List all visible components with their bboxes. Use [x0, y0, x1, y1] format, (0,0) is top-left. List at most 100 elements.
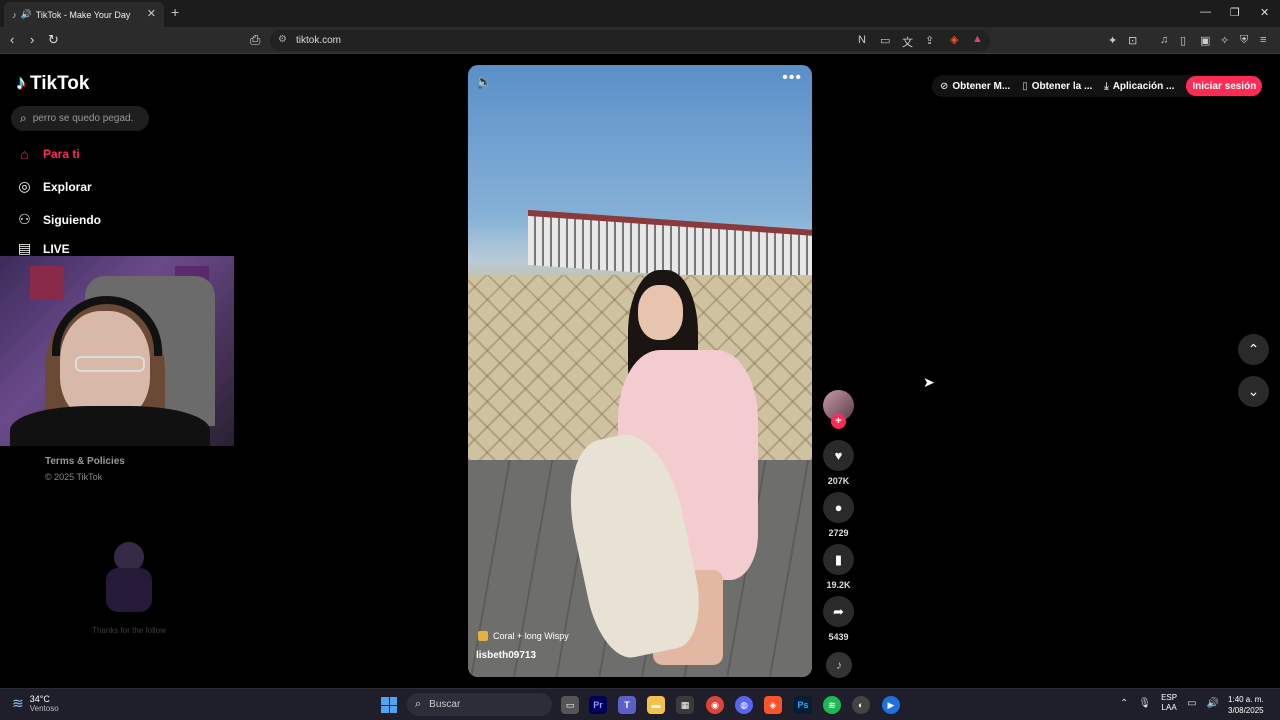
language-indicator[interactable]: ESP LAA: [1161, 693, 1177, 713]
leo-ai-icon[interactable]: ✧: [1220, 34, 1229, 47]
volume-icon[interactable]: 🔈: [476, 74, 492, 90]
more-options-icon[interactable]: •••: [782, 69, 802, 87]
discord-icon[interactable]: ◍: [735, 696, 753, 714]
comment-icon[interactable]: ●: [823, 492, 854, 523]
nav-item-live[interactable]: ▤ LIVE: [16, 240, 70, 257]
next-video-icon[interactable]: ⌄: [1238, 376, 1269, 407]
nav-label: Explorar: [43, 179, 92, 194]
app-icon[interactable]: ▶: [882, 696, 900, 714]
teams-icon[interactable]: T: [618, 696, 636, 714]
screenshot-icon[interactable]: ⊡: [1128, 34, 1137, 47]
follow-plus-icon[interactable]: +: [831, 414, 846, 429]
wallet-icon[interactable]: ▣: [1200, 34, 1210, 47]
volume-tray-icon[interactable]: 🔊: [1207, 698, 1219, 709]
back-icon[interactable]: ‹: [10, 32, 14, 47]
photoshop-icon[interactable]: Ps: [794, 696, 812, 714]
search-icon[interactable]: ⌕: [20, 111, 27, 126]
following-icon: ⚇: [18, 211, 31, 227]
nav-item-para-ti[interactable]: ⌂ Para ti: [16, 146, 79, 162]
cast-icon[interactable]: ▭: [880, 34, 890, 47]
brave-rewards-icon[interactable]: ▲: [972, 33, 983, 45]
vpn-icon[interactable]: ⛨: [1240, 34, 1248, 47]
speaker-icon[interactable]: 🔊: [21, 9, 32, 20]
weather-widget[interactable]: ≋ 34°C Ventoso: [12, 694, 59, 713]
share-action[interactable]: ➦ 5439: [823, 596, 854, 642]
temperature: 34°C: [29, 694, 50, 704]
streamer-glasses: [75, 356, 145, 372]
wall-poster: [30, 266, 64, 300]
microphone-icon[interactable]: 🎙: [1138, 698, 1151, 709]
restore-icon[interactable]: ❐: [1230, 6, 1240, 19]
comment-action[interactable]: ● 2729: [823, 492, 854, 538]
chrome-icon[interactable]: ◉: [706, 696, 724, 714]
save-action[interactable]: ▮ 19.2K: [823, 544, 854, 590]
tab-close-icon[interactable]: ✕: [147, 7, 156, 20]
heart-icon[interactable]: ♥: [823, 440, 854, 471]
windows-taskbar: ≋ 34°C Ventoso ⌕ ▭ Pr T ▬ ▦ ◉ ◍ ◈ Ps ≋ ◐…: [0, 688, 1280, 720]
terms-link[interactable]: Terms & Policies: [45, 456, 125, 467]
astronaut-suit: [106, 568, 152, 612]
search-input[interactable]: [32, 113, 133, 124]
video-player[interactable]: 🔈 ••• Coral + long Wispy lisbeth09713: [468, 65, 812, 677]
get-coins-button[interactable]: ⊘ Obtener M...: [940, 81, 1010, 92]
download-app-label: Aplicación ...: [1112, 80, 1175, 92]
reader-icon[interactable]: N: [858, 34, 866, 46]
network-icon[interactable]: ▭: [1187, 698, 1196, 709]
reload-icon[interactable]: ↻: [48, 32, 59, 48]
bookmark-save-icon[interactable]: ▮: [823, 544, 854, 575]
nav-item-explorar[interactable]: ◎ Explorar: [16, 178, 92, 195]
get-app-label: Obtener la ...: [1031, 80, 1093, 92]
search-box[interactable]: ⌕: [11, 106, 149, 131]
get-coins-label: Obtener M...: [952, 80, 1011, 92]
follow-alert-overlay: Thanks for the follow: [84, 538, 174, 648]
premiere-icon[interactable]: Pr: [589, 696, 607, 714]
menu-icon[interactable]: ≡: [1260, 34, 1266, 46]
clock[interactable]: 1:40 a. m. 3/08/2025: [1228, 694, 1264, 716]
tiktok-note-icon: ♪: [16, 72, 26, 94]
forward-icon[interactable]: ›: [30, 32, 34, 47]
video-username[interactable]: lisbeth09713: [476, 650, 536, 661]
bookmark-icon[interactable]: ⎙: [250, 32, 260, 48]
taskbar-search-input[interactable]: [429, 699, 530, 710]
brave-shield-icon[interactable]: ◈: [950, 33, 958, 46]
minimize-icon[interactable]: —: [1200, 6, 1211, 18]
close-icon[interactable]: ✕: [1260, 6, 1269, 19]
sidebar-icon[interactable]: ▯: [1180, 34, 1186, 47]
nav-item-siguiendo[interactable]: ⚇ Siguiendo: [16, 211, 101, 228]
like-action[interactable]: ♥ 207K: [823, 440, 854, 486]
tiktok-logo[interactable]: ♪ TikTok: [16, 72, 89, 95]
comment-count: 2729: [828, 528, 849, 538]
task-view-icon[interactable]: ▭: [561, 696, 579, 714]
phone-icon: ▯: [1022, 80, 1028, 92]
tab-title: TikTok - Make Your Day: [35, 9, 131, 20]
new-tab-icon[interactable]: +: [171, 4, 179, 20]
get-app-button[interactable]: ▯ Obtener la ...: [1022, 81, 1092, 92]
file-explorer-icon[interactable]: ▬: [647, 696, 665, 714]
login-button[interactable]: Iniciar sesión: [1186, 76, 1263, 96]
previous-video-icon[interactable]: ⌃: [1238, 334, 1269, 365]
brave-icon[interactable]: ◈: [764, 696, 782, 714]
spotify-icon[interactable]: ≋: [823, 696, 841, 714]
share-arrow-icon[interactable]: ➦: [823, 596, 854, 627]
address-bar[interactable]: ⚙ tiktok.com N ▭ 文 ⇪ ◈ ▲: [270, 30, 990, 51]
start-icon[interactable]: [381, 697, 397, 713]
music-disc-icon[interactable]: ♪: [826, 652, 852, 678]
like-count: 207K: [827, 476, 850, 486]
taskbar-search[interactable]: ⌕: [407, 693, 552, 716]
site-info-icon[interactable]: ⚙: [278, 34, 287, 45]
weather-desc: Ventoso: [29, 704, 59, 713]
extensions-icon[interactable]: ✦: [1108, 34, 1117, 47]
obs-icon[interactable]: ◐: [852, 696, 870, 714]
share-icon[interactable]: ⇪: [925, 34, 934, 47]
chevron-up-icon[interactable]: ⌃: [1120, 698, 1128, 709]
music-label[interactable]: Coral + long Wispy: [478, 631, 569, 641]
header-actions: ⊘ Obtener M... ▯ Obtener la ... ⤓ Aplica…: [932, 75, 1263, 97]
browser-tab[interactable]: ♪ 🔊 TikTok - Make Your Day ✕: [4, 2, 164, 27]
download-app-button[interactable]: ⤓ Aplicación ...: [1104, 81, 1174, 92]
store-icon[interactable]: ▦: [676, 696, 694, 714]
translate-icon[interactable]: 文: [902, 34, 913, 50]
media-icon[interactable]: ♫: [1160, 34, 1168, 46]
share-count: 5439: [828, 632, 849, 642]
mouse-cursor-icon: ➤: [923, 374, 935, 390]
nav-label: LIVE: [43, 241, 70, 256]
